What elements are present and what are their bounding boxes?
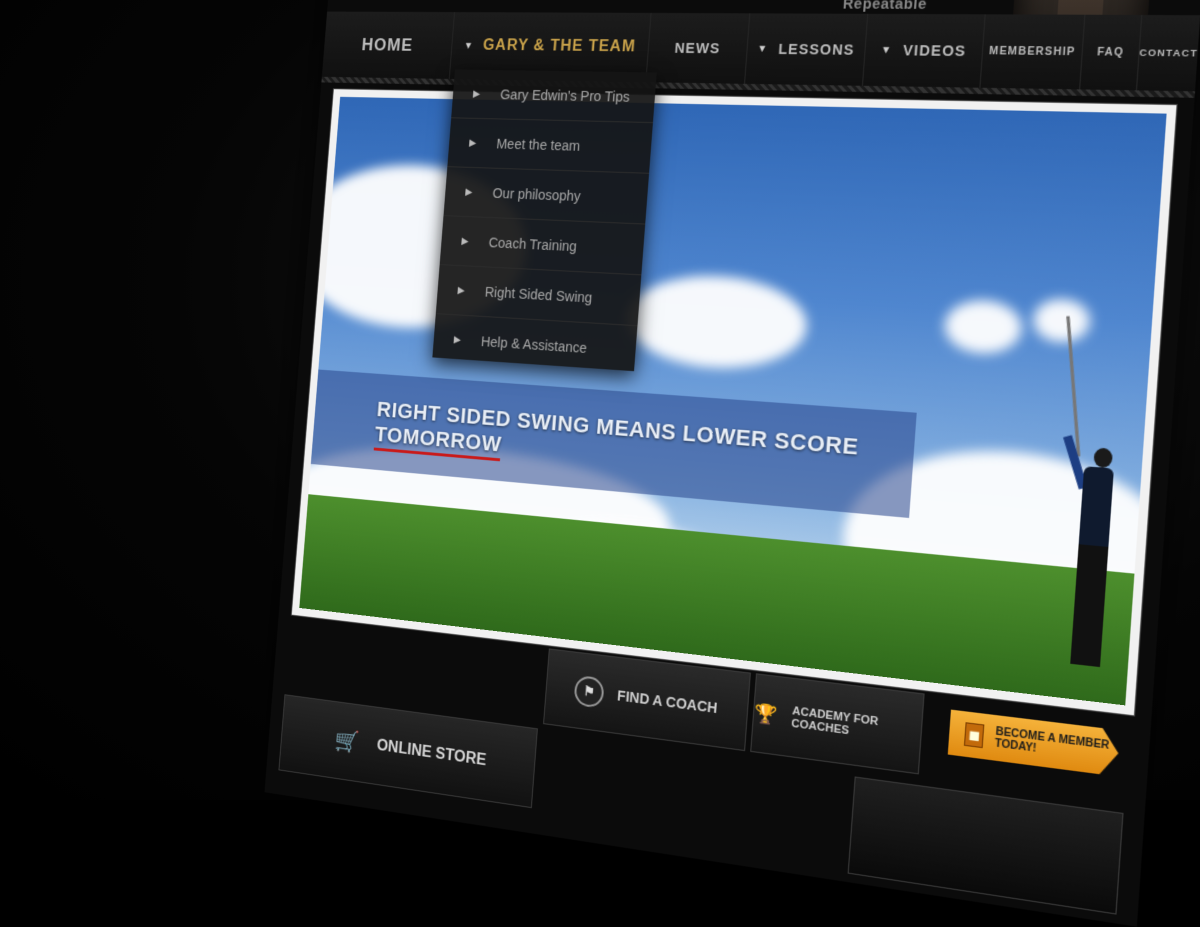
hero-frame: RIGHT SIDED SWING MEANS LOWER SCORE TOMO…: [290, 88, 1178, 717]
triangle-down-icon: ▼: [463, 40, 475, 52]
triangle-right-icon: ▶: [472, 88, 481, 100]
golfer-head: [1093, 447, 1114, 469]
golf-flag-icon: ⚑: [573, 674, 605, 709]
trophy-icon: 🏆: [753, 701, 779, 726]
dropdown-item-label: Meet the team: [495, 135, 581, 154]
website-page: Repeatable HOME ▼ GARY & THE TEAM NEWS ▼…: [264, 0, 1200, 927]
shopping-cart-icon: 🛒: [333, 727, 360, 755]
nav-home[interactable]: HOME: [321, 11, 455, 79]
nav-videos-label: VIDEOS: [902, 41, 967, 60]
cloud: [623, 271, 810, 374]
person-icon: ◼: [964, 722, 985, 748]
dropdown-item-label: Gary Edwin's Pro Tips: [499, 86, 631, 105]
academy-button[interactable]: 🏆 ACADEMY FOR COACHES: [750, 673, 925, 775]
nav-faq[interactable]: FAQ: [1080, 14, 1143, 91]
triangle-right-icon: ▶: [468, 137, 477, 149]
dropdown-item-pro-tips[interactable]: ▶ Gary Edwin's Pro Tips: [451, 69, 657, 124]
hero-banner: RIGHT SIDED SWING MEANS LOWER SCORE TOMO…: [299, 96, 1167, 706]
triangle-right-icon: ▶: [453, 334, 462, 346]
dropdown-item-label: Our philosophy: [491, 185, 582, 205]
golfer-body: [1078, 466, 1114, 556]
triangle-right-icon: ▶: [464, 186, 473, 198]
nav-lessons-label: LESSONS: [777, 40, 856, 58]
become-member-button[interactable]: ◼ BECOME A MEMBER TODAY!: [948, 710, 1120, 777]
nav-gary-label: GARY & THE TEAM: [482, 37, 637, 56]
tagline: Repeatable: [842, 0, 928, 12]
gary-team-dropdown: ▶ Gary Edwin's Pro Tips ▶ Meet the team …: [432, 69, 657, 372]
online-store-label: ONLINE STORE: [376, 737, 487, 770]
dropdown-item-label: Coach Training: [488, 234, 578, 255]
nav-contact-label: CONTACT: [1139, 47, 1199, 59]
background: Repeatable HOME ▼ GARY & THE TEAM NEWS ▼…: [0, 0, 1200, 927]
dropdown-item-philosophy[interactable]: ▶ Our philosophy: [443, 167, 650, 225]
find-coach-label: FIND A COACH: [616, 687, 719, 717]
triangle-right-icon: ▶: [457, 284, 466, 296]
nav-membership[interactable]: MEMBERSHIP: [980, 14, 1086, 90]
nav-membership-label: MEMBERSHIP: [988, 45, 1076, 58]
cloud: [942, 298, 1024, 356]
nav-news-label: NEWS: [674, 39, 721, 57]
nav-contact[interactable]: CONTACT: [1137, 15, 1200, 91]
nav-lessons[interactable]: ▼ LESSONS: [745, 13, 869, 86]
triangle-down-icon: ▼: [880, 44, 893, 56]
cloud: [1031, 297, 1092, 344]
triangle-right-icon: ▶: [461, 235, 469, 247]
golfer-legs: [1070, 544, 1109, 668]
nav-home-label: HOME: [361, 34, 414, 55]
nav-news[interactable]: NEWS: [646, 12, 751, 84]
triangle-down-icon: ▼: [756, 43, 769, 55]
nav-faq-label: FAQ: [1096, 46, 1125, 59]
dropdown-item-meet-team[interactable]: ▶ Meet the team: [447, 118, 653, 174]
dropdown-item-label: Right Sided Swing: [484, 283, 593, 306]
dropdown-item-label: Help & Assistance: [480, 333, 588, 356]
nav-videos[interactable]: ▼ VIDEOS: [862, 13, 986, 88]
academy-label: ACADEMY FOR COACHES: [790, 704, 879, 738]
become-member-label: BECOME A MEMBER TODAY!: [994, 725, 1110, 756]
